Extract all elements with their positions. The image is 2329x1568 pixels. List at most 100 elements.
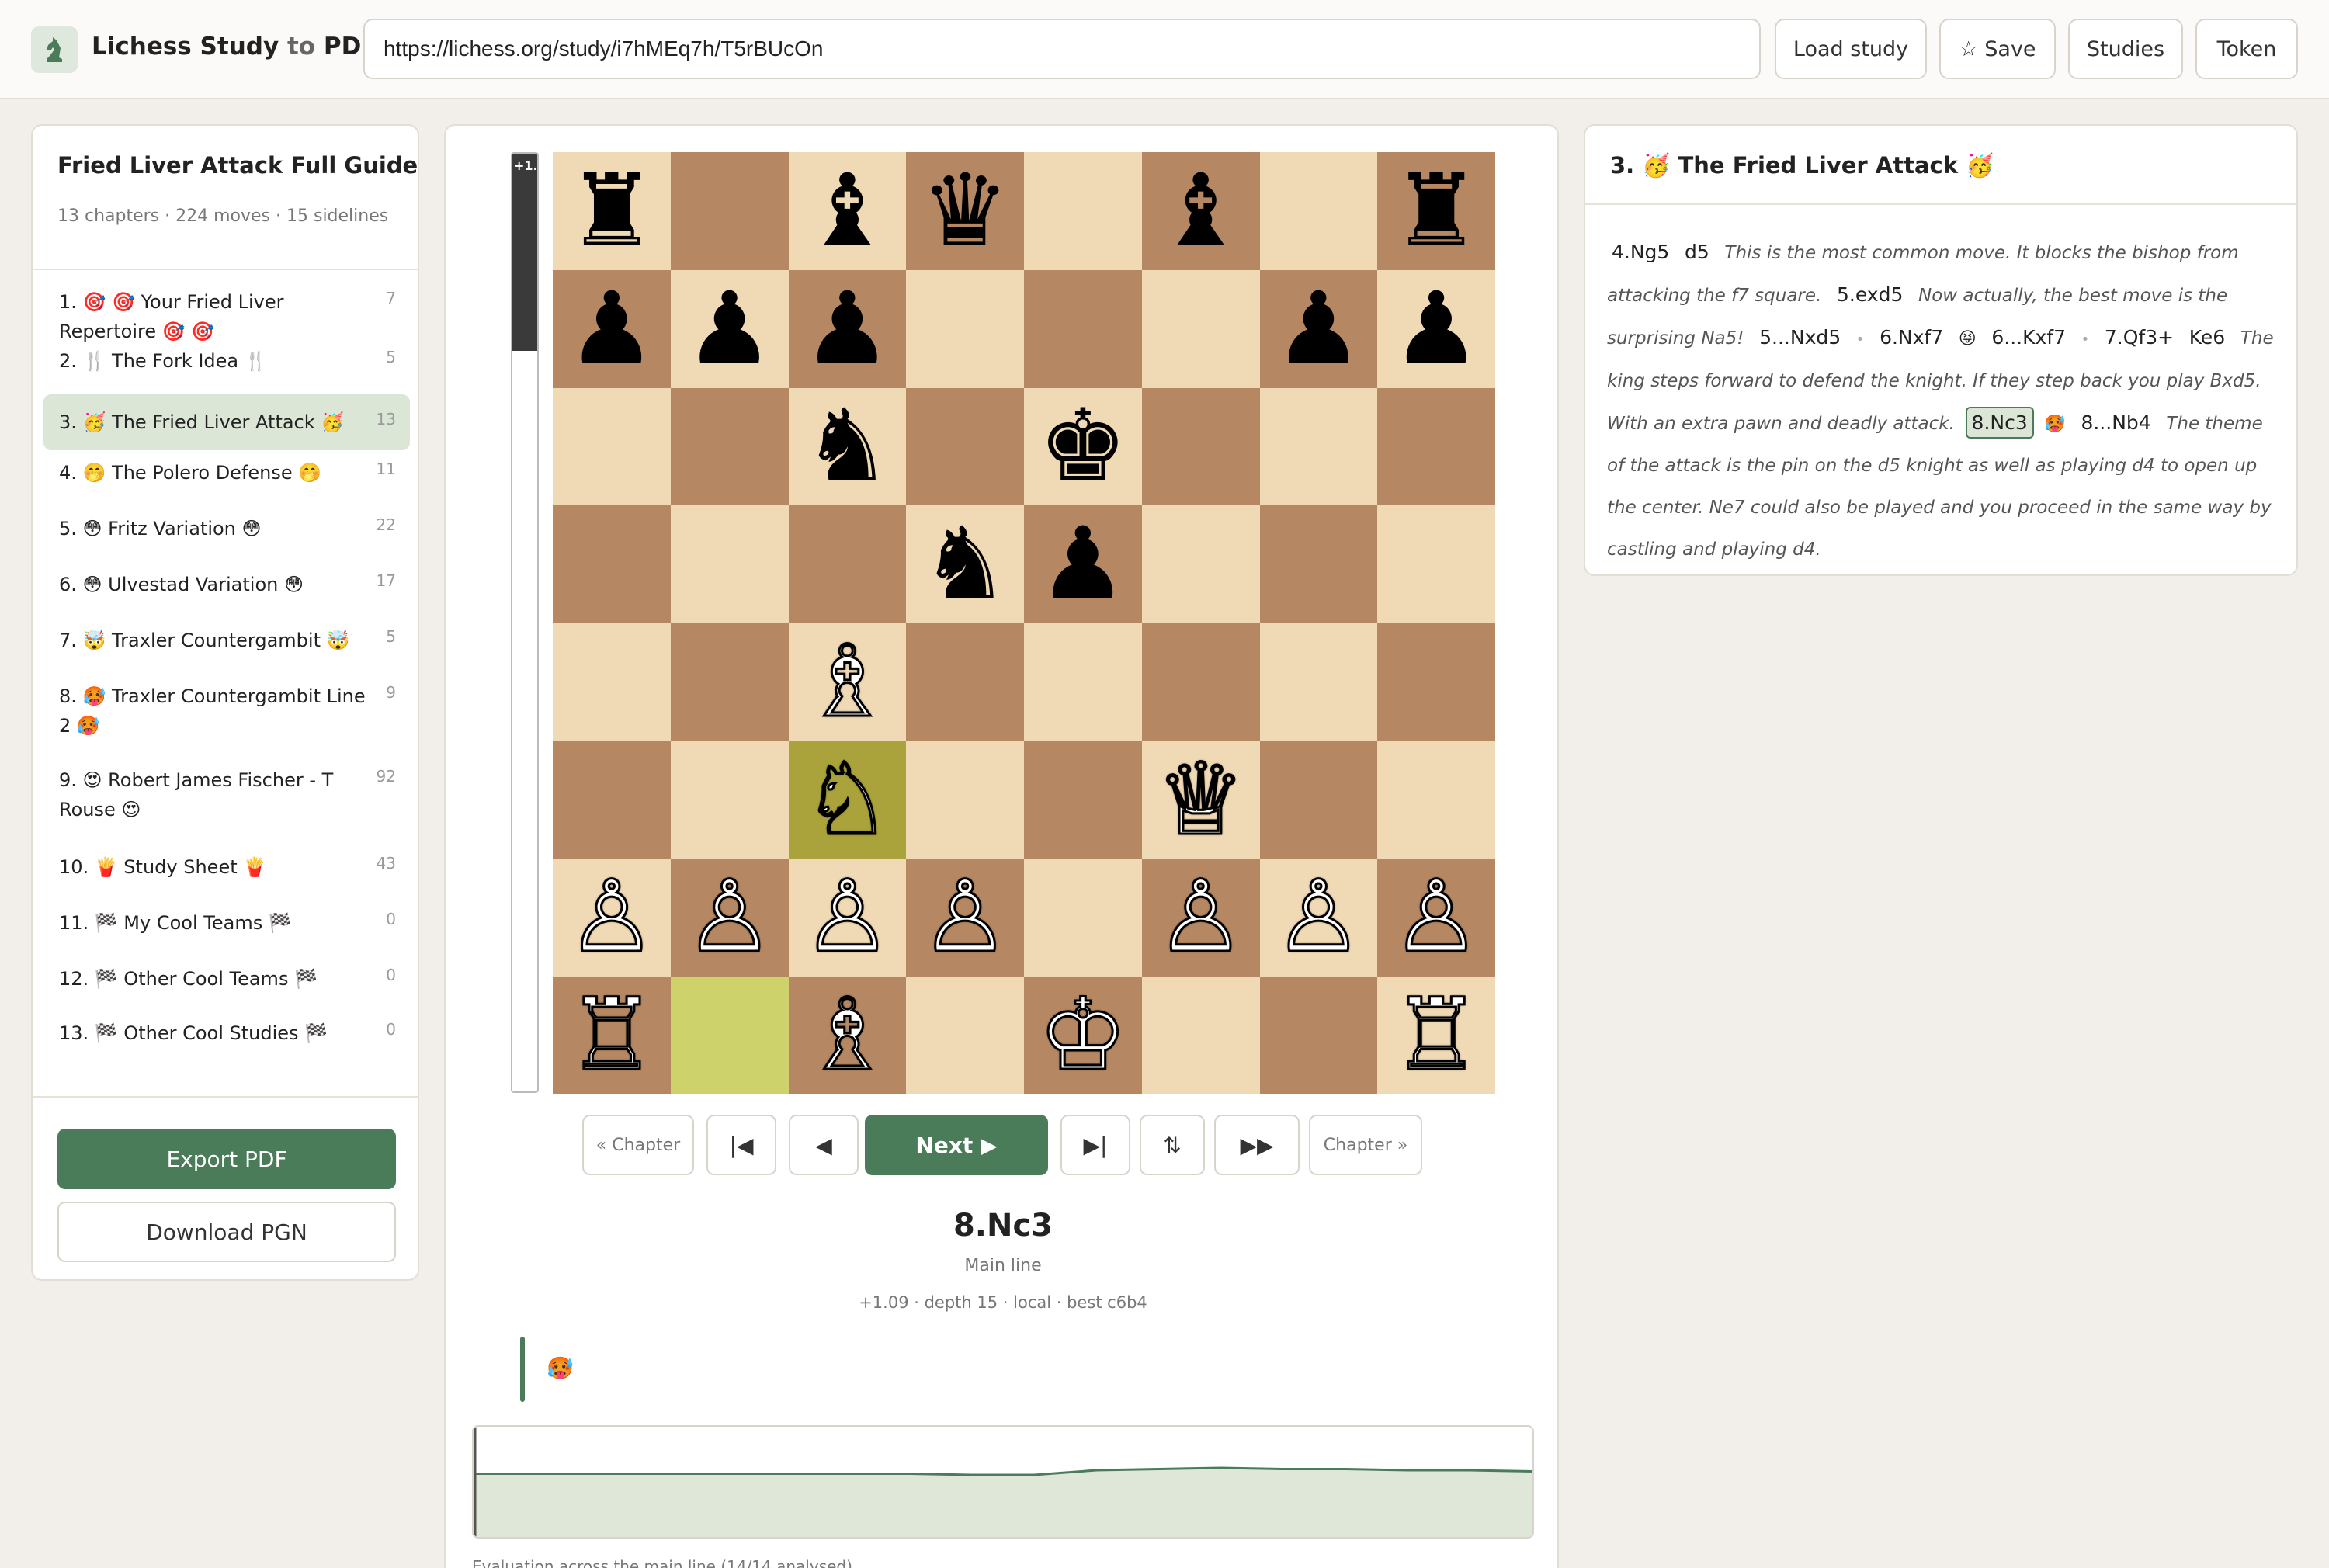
save-button[interactable]: ☆ Save bbox=[1939, 19, 2056, 79]
square-f1[interactable] bbox=[1141, 977, 1260, 1094]
white-pawn-icon[interactable]: ♙ bbox=[671, 859, 789, 977]
first-move-button[interactable]: |◀ bbox=[706, 1115, 776, 1175]
white-pawn-icon[interactable]: ♙ bbox=[1377, 859, 1495, 977]
square-g6[interactable] bbox=[1259, 387, 1378, 506]
chapter-item[interactable]: 4. 🤭 The Polero Defense 🤭 11 bbox=[43, 452, 410, 498]
pgn-move[interactable]: 5.exd5 bbox=[1832, 283, 1907, 306]
square-a3[interactable] bbox=[553, 741, 671, 859]
pgn-move[interactable]: Ke6 bbox=[2185, 326, 2230, 349]
white-pawn-icon[interactable]: ♙ bbox=[906, 859, 1024, 977]
square-b6[interactable] bbox=[670, 387, 789, 506]
white-pawn-icon[interactable]: ♙ bbox=[789, 859, 907, 977]
chessboard[interactable]: ♜ ♝ ♛ ♝ ♜ ♟ ♟ ♟ ♟ ♟ ♞ ♚ ♞ ♟ ♗ ♘ ♕ ♙ ♙ ♙ ♙ ♙ ♙ ♙ ♖ ♗ ♔ ♖ bbox=[553, 152, 1495, 1094]
black-pawn-icon[interactable]: ♟ bbox=[1377, 270, 1495, 388]
export-pdf-button[interactable]: Export PDF bbox=[57, 1129, 396, 1189]
pgn-move[interactable]: 8...Nb4 bbox=[2076, 411, 2155, 434]
black-pawn-icon[interactable]: ♟ bbox=[553, 270, 671, 388]
black-pawn-icon[interactable]: ♟ bbox=[1260, 270, 1378, 388]
square-d1[interactable] bbox=[906, 977, 1024, 1094]
square-h3[interactable] bbox=[1377, 741, 1495, 859]
chapter-item[interactable]: 8. 🥵 Traxler Countergambit Line 2 🥵 9 bbox=[43, 675, 410, 747]
chapter-item[interactable]: 9. 😍 Robert James Fischer - T Rouse 😍 92 bbox=[43, 759, 410, 831]
flip-board-button[interactable]: ⇅ bbox=[1140, 1115, 1205, 1175]
white-pawn-icon[interactable]: ♙ bbox=[1142, 859, 1260, 977]
chapter-item[interactable]: 2. 🍴 The Fork Idea 🍴 5 bbox=[43, 340, 410, 387]
white-rook-icon[interactable]: ♖ bbox=[1377, 977, 1495, 1094]
chapter-item[interactable]: 12. 🏁 Other Cool Teams 🏁 0 bbox=[43, 958, 410, 1004]
last-move-button[interactable]: ▶| bbox=[1060, 1115, 1130, 1175]
square-d7[interactable] bbox=[906, 269, 1024, 388]
prev-move-button[interactable]: ◀ bbox=[789, 1115, 859, 1175]
black-pawn-icon[interactable]: ♟ bbox=[671, 270, 789, 388]
pgn-move[interactable]: d5 bbox=[1680, 241, 1714, 263]
black-bishop-icon[interactable]: ♝ bbox=[1142, 152, 1260, 270]
square-h4[interactable] bbox=[1377, 623, 1495, 741]
token-button[interactable]: Token bbox=[2195, 19, 2298, 79]
load-study-button[interactable]: Load study bbox=[1775, 19, 1927, 79]
square-g8[interactable] bbox=[1259, 152, 1378, 270]
white-queen-icon[interactable]: ♕ bbox=[1142, 741, 1260, 859]
next-chapter-button[interactable]: Chapter » bbox=[1309, 1115, 1422, 1175]
studies-button[interactable]: Studies bbox=[2068, 19, 2183, 79]
eval-graph[interactable] bbox=[472, 1425, 1534, 1539]
prev-chapter-button[interactable]: « Chapter bbox=[582, 1115, 694, 1175]
square-b8[interactable] bbox=[670, 152, 789, 270]
autoplay-button[interactable]: ▶▶ bbox=[1214, 1115, 1300, 1175]
black-bishop-icon[interactable]: ♝ bbox=[789, 152, 907, 270]
chapter-item[interactable]: 13. 🏁 Other Cool Studies 🏁 0 bbox=[43, 1012, 410, 1059]
square-e8[interactable] bbox=[1024, 152, 1142, 270]
square-e7[interactable] bbox=[1024, 269, 1142, 388]
square-e3[interactable] bbox=[1024, 741, 1142, 859]
black-king-icon[interactable]: ♚ bbox=[1024, 388, 1142, 506]
square-g3[interactable] bbox=[1259, 741, 1378, 859]
black-knight-icon[interactable]: ♞ bbox=[906, 505, 1024, 623]
black-queen-icon[interactable]: ♛ bbox=[906, 152, 1024, 270]
white-bishop-icon[interactable]: ♗ bbox=[789, 977, 907, 1094]
white-knight-icon[interactable]: ♘ bbox=[789, 741, 907, 859]
white-rook-icon[interactable]: ♖ bbox=[553, 977, 671, 1094]
chapter-item[interactable]: 6. 😳 Ulvestad Variation 😳 17 bbox=[43, 564, 410, 610]
white-bishop-icon[interactable]: ♗ bbox=[789, 623, 907, 741]
square-e2[interactable] bbox=[1024, 859, 1142, 977]
white-pawn-icon[interactable]: ♙ bbox=[1260, 859, 1378, 977]
square-b1[interactable] bbox=[670, 977, 789, 1094]
chapter-item[interactable]: 5. 😳 Fritz Variation 😳 22 bbox=[43, 508, 410, 554]
square-g4[interactable] bbox=[1259, 623, 1378, 741]
chapter-item[interactable]: 3. 🥳 The Fried Liver Attack 🥳 13 bbox=[43, 394, 410, 450]
square-c5[interactable] bbox=[788, 505, 907, 623]
square-d4[interactable] bbox=[906, 623, 1024, 741]
black-knight-icon[interactable]: ♞ bbox=[789, 388, 907, 506]
pgn-move[interactable]: 7.Qf3+ bbox=[2100, 326, 2178, 349]
square-b5[interactable] bbox=[670, 505, 789, 623]
square-d3[interactable] bbox=[906, 741, 1024, 859]
square-b3[interactable] bbox=[670, 741, 789, 859]
chapter-item[interactable]: 10. 🍟 Study Sheet 🍟 43 bbox=[43, 846, 410, 893]
black-rook-icon[interactable]: ♜ bbox=[553, 152, 671, 270]
square-f5[interactable] bbox=[1141, 505, 1260, 623]
square-h5[interactable] bbox=[1377, 505, 1495, 623]
square-f7[interactable] bbox=[1141, 269, 1260, 388]
square-e4[interactable] bbox=[1024, 623, 1142, 741]
black-pawn-icon[interactable]: ♟ bbox=[789, 270, 907, 388]
black-rook-icon[interactable]: ♜ bbox=[1377, 152, 1495, 270]
square-a4[interactable] bbox=[553, 623, 671, 741]
black-pawn-icon[interactable]: ♟ bbox=[1024, 505, 1142, 623]
square-h6[interactable] bbox=[1377, 387, 1495, 506]
square-a6[interactable] bbox=[553, 387, 671, 506]
pgn-current-move[interactable]: 8.Nc3 bbox=[1965, 407, 2034, 439]
white-king-icon[interactable]: ♔ bbox=[1024, 977, 1142, 1094]
pgn-move[interactable]: 5...Nxd5 bbox=[1755, 326, 1845, 349]
square-a5[interactable] bbox=[553, 505, 671, 623]
next-move-button[interactable]: Next ▶ bbox=[865, 1115, 1048, 1175]
study-url-input[interactable] bbox=[363, 19, 1761, 79]
pgn-move[interactable]: 4.Ng5 bbox=[1607, 241, 1674, 263]
white-pawn-icon[interactable]: ♙ bbox=[553, 859, 671, 977]
chapter-item[interactable]: 11. 🏁 My Cool Teams 🏁 0 bbox=[43, 902, 410, 949]
pgn-move[interactable]: 6...Kxf7 bbox=[1987, 326, 2070, 349]
pgn-move[interactable]: 6.Nxf7 bbox=[1875, 326, 1948, 349]
square-f6[interactable] bbox=[1141, 387, 1260, 506]
square-f4[interactable] bbox=[1141, 623, 1260, 741]
square-d6[interactable] bbox=[906, 387, 1024, 506]
square-g1[interactable] bbox=[1259, 977, 1378, 1094]
chapter-item[interactable]: 7. 🤯 Traxler Countergambit 🤯 5 bbox=[43, 619, 410, 666]
